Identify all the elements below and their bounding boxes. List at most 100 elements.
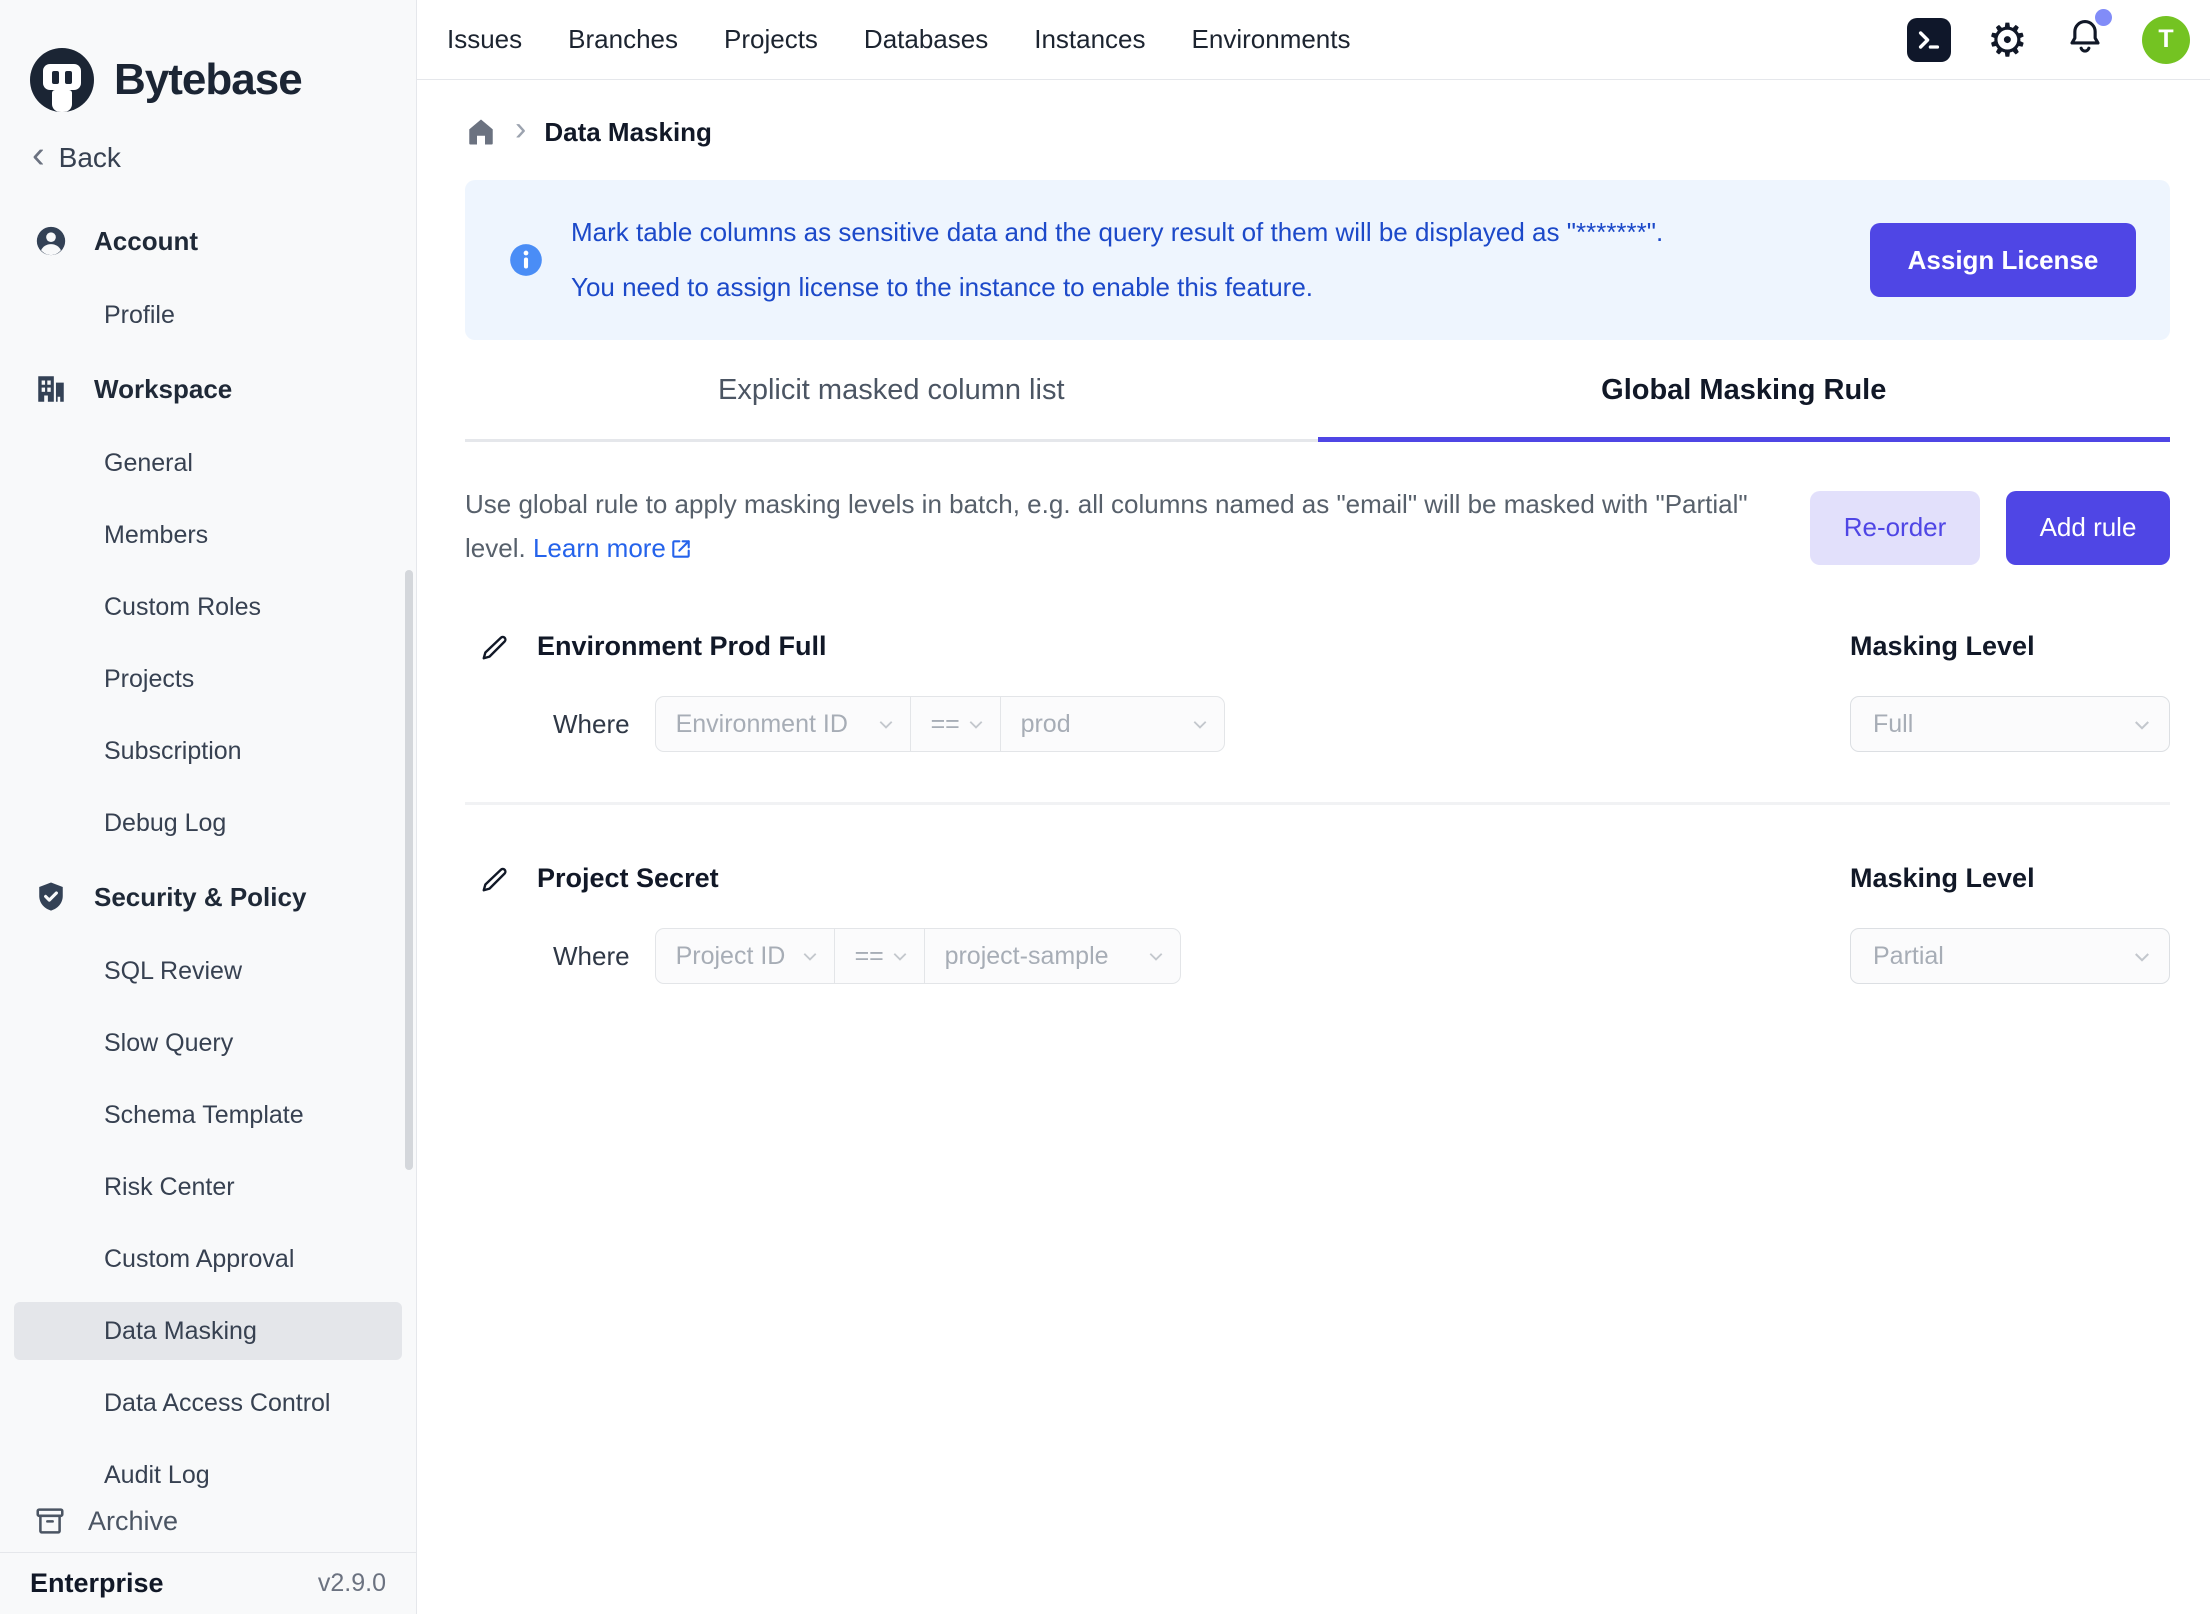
tab-global-masking-rule[interactable]: Global Masking Rule [1318, 374, 2171, 442]
sidebar-item-slow-query[interactable]: Slow Query [14, 1014, 402, 1072]
sidebar-item-schema-template[interactable]: Schema Template [14, 1086, 402, 1144]
sidebar-group-security-policy: Security & Policy [0, 866, 416, 928]
version-label: v2.9.0 [318, 1569, 386, 1598]
operator-select[interactable]: == [834, 929, 924, 983]
sidebar-item-debug-log[interactable]: Debug Log [14, 794, 402, 852]
shield-icon [34, 880, 68, 914]
masking-level-select[interactable]: Full [1850, 696, 2170, 752]
field-select[interactable]: Environment ID [656, 697, 910, 751]
page-title: Data Masking [544, 117, 712, 148]
sidebar-item-members[interactable]: Members [14, 506, 402, 564]
top-navigation: Issues Branches Projects Databases Insta… [417, 0, 2210, 80]
condition-group: Project ID == project-sample [655, 928, 1181, 984]
chevron-left-icon: ‹ [32, 136, 45, 174]
bell-icon[interactable] [2064, 16, 2106, 63]
breadcrumb: › Data Masking [465, 110, 2170, 154]
sidebar-nav: Account Profile Workspace General Member… [0, 186, 416, 1490]
where-label: Where [553, 941, 630, 972]
sidebar-footer: Enterprise v2.9.0 [0, 1552, 416, 1614]
chevron-down-icon [2133, 717, 2151, 732]
archive-label: Archive [88, 1506, 178, 1537]
nav-item-environments[interactable]: Environments [1192, 24, 1351, 55]
sidebar-item-audit-log[interactable]: Audit Log [14, 1446, 402, 1490]
nav-item-instances[interactable]: Instances [1034, 24, 1145, 55]
rule-divider [465, 802, 2170, 805]
sidebar-item-custom-approval[interactable]: Custom Approval [14, 1230, 402, 1288]
sidebar-item-projects[interactable]: Projects [14, 650, 402, 708]
sidebar-group-label: Workspace [94, 374, 232, 405]
brand-name: Bytebase [114, 55, 302, 105]
gear-icon[interactable]: ⚙ [1987, 17, 2028, 63]
where-label: Where [553, 709, 630, 740]
masking-level-label: Masking Level [1850, 631, 2170, 662]
sidebar-item-custom-roles[interactable]: Custom Roles [14, 578, 402, 636]
sidebar-item-archive[interactable]: Archive [0, 1490, 416, 1552]
external-link-icon [670, 529, 692, 573]
license-banner: Mark table columns as sensitive data and… [465, 180, 2170, 340]
page-content: › Data Masking Mark table columns as sen… [417, 80, 2210, 1614]
chevron-down-icon [802, 949, 818, 963]
back-label: Back [59, 142, 121, 174]
rule-section-header: Use global rule to apply masking levels … [465, 482, 2170, 573]
field-select[interactable]: Project ID [656, 929, 834, 983]
banner-line-1: Mark table columns as sensitive data and… [571, 205, 1870, 260]
pencil-icon[interactable] [480, 864, 510, 894]
add-rule-button[interactable]: Add rule [2006, 491, 2170, 565]
avatar[interactable]: T [2142, 16, 2190, 64]
plan-badge: Enterprise [30, 1568, 164, 1599]
building-icon [34, 372, 68, 406]
notification-dot [2095, 9, 2112, 26]
masking-rule-environment-prod-full: Environment Prod Full Masking Level Wher… [465, 631, 2170, 752]
value-select[interactable]: project-sample [924, 929, 1180, 983]
tab-bar: Explicit masked column list Global Maski… [465, 374, 2170, 442]
learn-more-link[interactable]: Learn more [533, 533, 692, 563]
banner-line-2: You need to assign license to the instan… [571, 260, 1870, 315]
chevron-down-icon [2133, 949, 2151, 964]
bytebase-logo-icon [30, 48, 94, 112]
nav-item-projects[interactable]: Projects [724, 24, 818, 55]
main-area: Issues Branches Projects Databases Insta… [417, 0, 2210, 1614]
user-icon [34, 224, 68, 258]
sidebar-item-subscription[interactable]: Subscription [14, 722, 402, 780]
sidebar-scrollbar[interactable] [405, 570, 413, 1170]
sidebar-group-label: Account [94, 226, 198, 257]
masking-level-label: Masking Level [1850, 863, 2170, 894]
bytebase-logo[interactable]: Bytebase [0, 0, 416, 130]
sidebar: Bytebase ‹ Back Account Profile Works [0, 0, 417, 1614]
sidebar-item-sql-review[interactable]: SQL Review [14, 942, 402, 1000]
back-button[interactable]: ‹ Back [0, 130, 416, 186]
nav-item-issues[interactable]: Issues [447, 24, 522, 55]
sidebar-item-profile[interactable]: Profile [14, 286, 402, 344]
sidebar-item-data-masking[interactable]: Data Masking [14, 1302, 402, 1360]
chevron-down-icon [1192, 717, 1208, 731]
info-icon [507, 241, 545, 279]
home-icon[interactable] [465, 116, 497, 148]
archive-icon [34, 1505, 66, 1537]
operator-select[interactable]: == [910, 697, 1000, 751]
rule-description: Use global rule to apply masking levels … [465, 482, 1810, 573]
nav-item-databases[interactable]: Databases [864, 24, 988, 55]
pencil-icon[interactable] [480, 632, 510, 662]
chevron-down-icon [1148, 949, 1164, 963]
breadcrumb-chevron-icon: › [515, 112, 526, 146]
sidebar-item-general[interactable]: General [14, 434, 402, 492]
sidebar-item-data-access-control[interactable]: Data Access Control [14, 1374, 402, 1432]
masking-rule-project-secret: Project Secret Masking Level Where Proje… [465, 863, 2170, 984]
reorder-button[interactable]: Re-order [1810, 491, 1980, 565]
rule-title: Project Secret [537, 863, 719, 894]
rule-title: Environment Prod Full [537, 631, 827, 662]
tab-explicit-masked-column-list[interactable]: Explicit masked column list [465, 374, 1318, 442]
value-select[interactable]: prod [1000, 697, 1224, 751]
sidebar-item-risk-center[interactable]: Risk Center [14, 1158, 402, 1216]
sidebar-group-workspace: Workspace [0, 358, 416, 420]
chevron-down-icon [892, 949, 908, 963]
masking-level-select[interactable]: Partial [1850, 928, 2170, 984]
nav-item-branches[interactable]: Branches [568, 24, 678, 55]
banner-text: Mark table columns as sensitive data and… [571, 205, 1870, 315]
chevron-down-icon [878, 717, 894, 731]
condition-group: Environment ID == prod [655, 696, 1225, 752]
sidebar-group-label: Security & Policy [94, 882, 306, 913]
assign-license-button[interactable]: Assign License [1870, 223, 2136, 297]
chevron-down-icon [968, 717, 984, 731]
sql-editor-terminal-icon[interactable] [1907, 18, 1951, 62]
